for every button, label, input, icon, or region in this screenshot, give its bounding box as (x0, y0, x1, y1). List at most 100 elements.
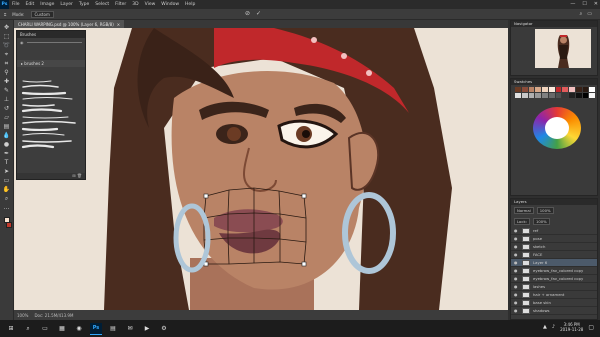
lasso-tool-icon[interactable]: ➰ (2, 42, 11, 49)
visibility-eye-icon[interactable]: ● (514, 268, 519, 273)
color-swatch[interactable] (582, 87, 589, 92)
marquee-tool-icon[interactable]: ⬚ (2, 33, 11, 40)
layer-row[interactable]: ● shadows (511, 307, 597, 315)
color-swatch[interactable] (535, 93, 541, 98)
menu-file[interactable]: File (12, 2, 20, 7)
mail-icon[interactable]: ✉ (124, 323, 136, 335)
color-swatch[interactable] (569, 93, 575, 98)
color-swatch[interactable] (569, 87, 575, 92)
brush-stroke-preview[interactable] (21, 92, 81, 107)
color-swatch[interactable] (528, 93, 535, 98)
color-swatch[interactable] (515, 93, 521, 98)
taskbar-clock[interactable]: 3:46 PM 2019-11-28 (560, 322, 583, 332)
color-swatch[interactable] (575, 93, 582, 98)
new-brush-icon[interactable]: ⊞ (72, 173, 75, 178)
brush-stroke-preview[interactable] (21, 116, 81, 132)
shape-tool-icon[interactable]: ▭ (2, 177, 11, 184)
visibility-eye-icon[interactable]: ● (514, 260, 519, 265)
visibility-eye-icon[interactable]: ● (514, 244, 519, 249)
history-brush-icon[interactable]: ↺ (2, 105, 11, 112)
brush-stroke-preview[interactable] (21, 110, 81, 124)
brush-size-row[interactable]: ◉ (17, 38, 85, 46)
color-swatch[interactable] (575, 87, 582, 92)
menu-view[interactable]: View (145, 2, 156, 7)
healing-tool-icon[interactable]: ✚ (2, 78, 11, 85)
color-swatch[interactable] (562, 93, 568, 98)
color-swatch[interactable] (555, 87, 562, 92)
crop-tool-icon[interactable]: ⌗ (2, 60, 11, 67)
notifications-icon[interactable]: ▢ (588, 324, 594, 331)
stamp-tool-icon[interactable]: ⊥ (2, 96, 11, 103)
path-select-tool-icon[interactable]: ➤ (2, 168, 11, 175)
color-wheel[interactable] (533, 107, 581, 149)
layer-row[interactable]: ● base skin (511, 299, 597, 307)
color-swatch[interactable] (589, 87, 595, 92)
color-swatch[interactable] (528, 87, 535, 92)
brush-size-slider[interactable] (26, 41, 82, 43)
more-tools-icon[interactable]: … (2, 204, 11, 211)
quick-select-tool-icon[interactable]: ⌖ (2, 51, 11, 58)
brush-folder[interactable]: ▸ brushes 2 (17, 60, 85, 67)
network-icon[interactable]: ▲ (543, 324, 547, 330)
photoshop-logo[interactable]: Ps (0, 0, 9, 9)
visibility-eye-icon[interactable]: ● (514, 252, 519, 257)
document-canvas[interactable] (14, 28, 508, 310)
fill-field[interactable]: 100% (532, 218, 550, 225)
menu-window[interactable]: Window (161, 2, 179, 7)
settings-icon[interactable]: ⚙ (158, 323, 170, 335)
swatch-grid[interactable] (515, 87, 595, 98)
layer-row[interactable]: ● FACE (511, 251, 597, 259)
brush-stroke-preview[interactable] (21, 86, 81, 100)
menu-edit[interactable]: Edit (26, 2, 35, 7)
zoom-tool-icon[interactable]: ⌕ (2, 195, 11, 202)
windows-icon[interactable]: ⊞ (5, 323, 17, 335)
search-icon[interactable]: ⌕ (22, 323, 34, 335)
layer-row[interactable]: ● eyebrow_fav_colored copy (511, 267, 597, 275)
navigator-thumbnail[interactable] (535, 29, 591, 68)
brushes-panel-title[interactable]: Brushes (17, 31, 85, 38)
search-icon[interactable]: ⌕ (579, 11, 582, 17)
blur-tool-icon[interactable]: 💧 (2, 132, 11, 139)
brush-stroke-preview[interactable] (21, 98, 81, 113)
document-tab[interactable]: CHARLI WARPING.psd @ 100% (Layer 6, RGB/… (14, 20, 125, 28)
visibility-eye-icon[interactable]: ● (514, 284, 519, 289)
menu-filter[interactable]: Filter (115, 2, 126, 7)
brush-stroke-preview[interactable] (21, 80, 81, 96)
gradient-tool-icon[interactable]: ▤ (2, 123, 11, 130)
commit-transform-icon[interactable]: ✓ (256, 10, 261, 17)
visibility-eye-icon[interactable]: ● (514, 236, 519, 241)
visibility-eye-icon[interactable]: ● (514, 308, 519, 313)
brush-stroke-preview[interactable] (21, 128, 81, 143)
warp-tool-icon[interactable]: ⌗ (4, 12, 6, 17)
eraser-tool-icon[interactable]: ▱ (2, 114, 11, 121)
color-swatch[interactable] (589, 93, 595, 98)
color-swatch[interactable] (521, 87, 528, 92)
photoshop-icon[interactable]: Ps (90, 322, 102, 335)
menu-3d[interactable]: 3D (132, 2, 138, 7)
brush-stroke-preview[interactable] (21, 68, 81, 83)
workspace-icon[interactable]: ▭ (587, 11, 592, 17)
delete-brush-icon[interactable]: 🗑 (77, 173, 82, 178)
color-swatch[interactable] (521, 93, 528, 98)
menu-type[interactable]: Type (79, 2, 89, 7)
background-color-swatch[interactable] (6, 222, 12, 228)
swatches-panel-title[interactable]: Swatches (511, 79, 597, 85)
pen-tool-icon[interactable]: ✒ (2, 150, 11, 157)
zoom-level[interactable]: 100% (17, 313, 28, 318)
color-swatch[interactable] (542, 87, 548, 92)
menu-layer[interactable]: Layer (60, 2, 73, 7)
color-swatch[interactable] (562, 87, 568, 92)
layer-row[interactable]: ● eyebrow_fav_colored copy (511, 275, 597, 283)
layer-row[interactable]: ● pose (511, 235, 597, 243)
menu-select[interactable]: Select (95, 2, 109, 7)
color-swatch[interactable] (515, 87, 521, 92)
brush-stroke-preview[interactable] (21, 74, 81, 88)
brush-stroke-preview[interactable] (21, 122, 81, 136)
chrome-icon[interactable]: ◉ (73, 323, 85, 335)
media-icon[interactable]: ▶ (141, 323, 153, 335)
visibility-eye-icon[interactable]: ● (514, 228, 519, 233)
menu-help[interactable]: Help (185, 2, 195, 7)
eyedropper-tool-icon[interactable]: ⚲ (2, 69, 11, 76)
visibility-eye-icon[interactable]: ● (514, 300, 519, 305)
close-tab-icon[interactable]: × (117, 22, 120, 27)
